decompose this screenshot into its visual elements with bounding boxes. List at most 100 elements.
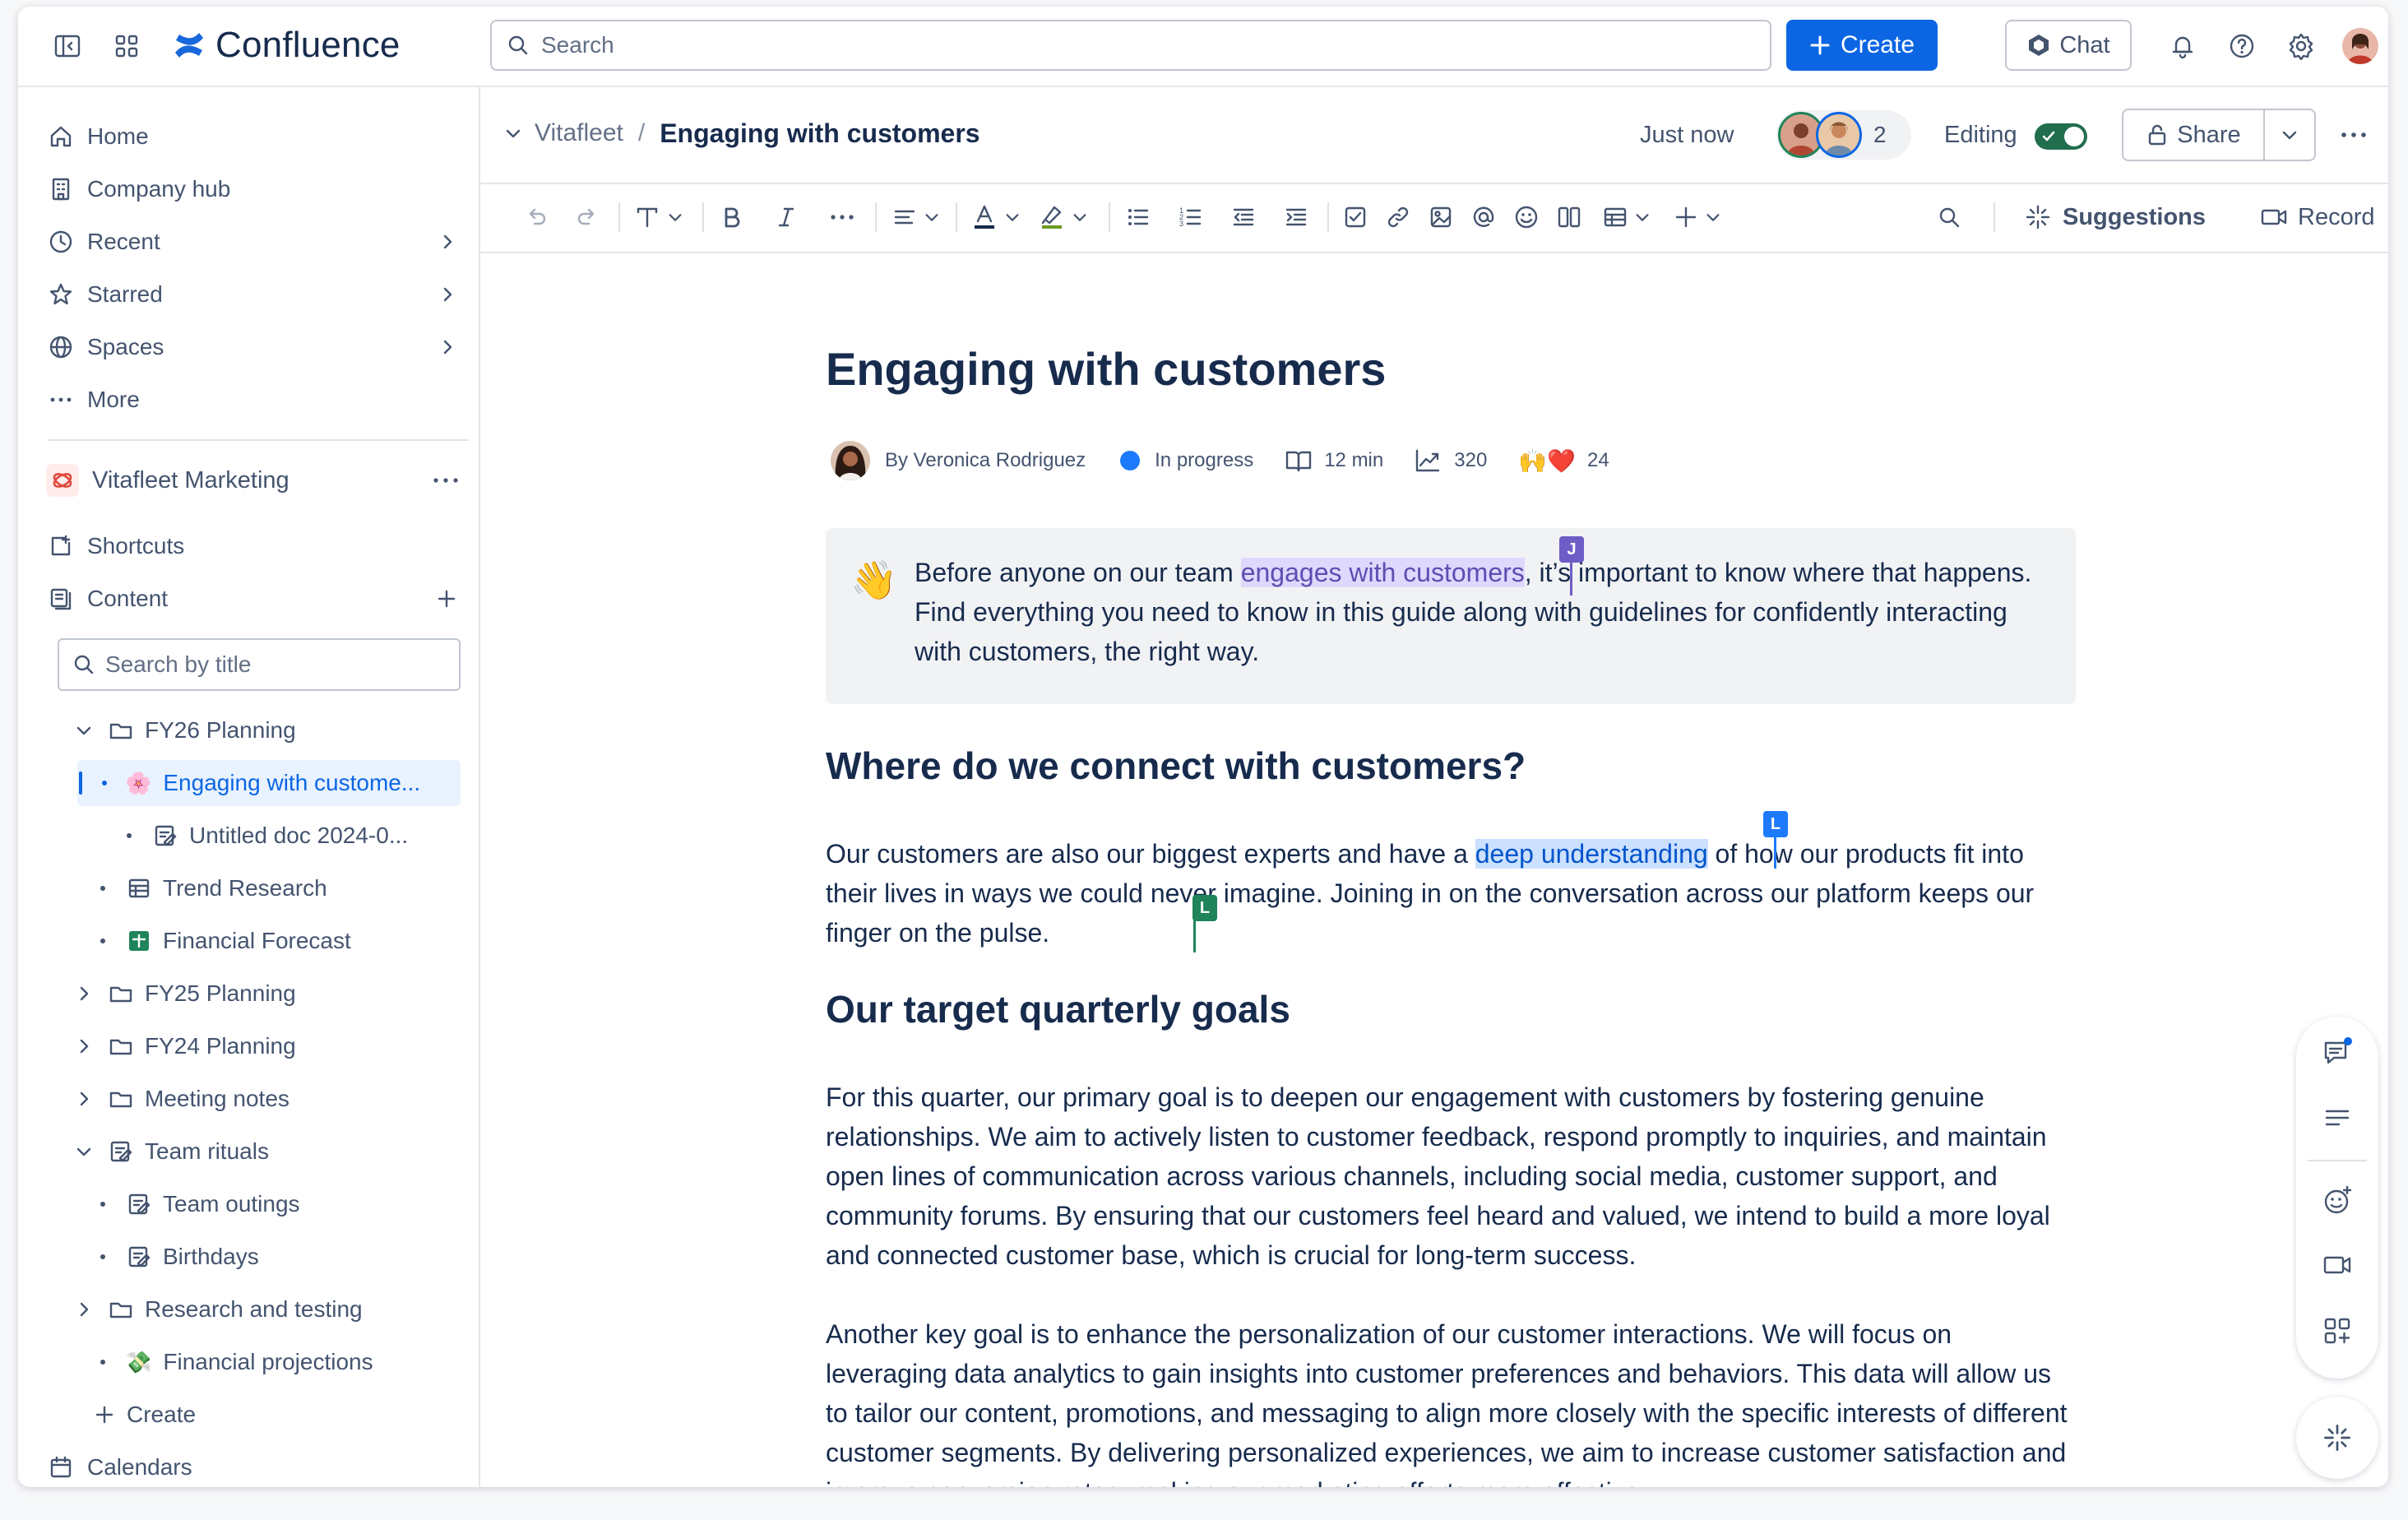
redo-icon[interactable] bbox=[574, 199, 600, 235]
more-icon bbox=[50, 397, 72, 402]
tree-item-research-and-testing[interactable]: Research and testing bbox=[74, 1286, 363, 1332]
tree-item-untitled-doc[interactable]: Untitled doc 2024-0... bbox=[127, 813, 408, 859]
paragraph-connect[interactable]: Our customers are also our biggest exper… bbox=[826, 834, 2076, 952]
blue-highlighted-text[interactable]: deep understanding bbox=[1475, 839, 1708, 869]
heading-quarterly-goals[interactable]: Our target quarterly goals bbox=[826, 987, 1290, 1031]
panel-text[interactable]: Before anyone on our team engages with c… bbox=[915, 553, 2041, 671]
space-more-actions-icon[interactable] bbox=[431, 470, 461, 490]
find-replace-icon[interactable] bbox=[1936, 199, 1962, 235]
sidebar-item-label: Spaces bbox=[87, 334, 164, 359]
undo-icon[interactable] bbox=[523, 199, 549, 235]
outdent-icon[interactable] bbox=[1230, 199, 1257, 235]
page-title[interactable]: Engaging with customers bbox=[826, 342, 1386, 396]
indent-icon[interactable] bbox=[1283, 199, 1309, 235]
table-dropdown[interactable] bbox=[1602, 199, 1651, 235]
italic-icon[interactable] bbox=[773, 199, 799, 235]
rovo-ai-button[interactable] bbox=[2296, 1397, 2378, 1479]
create-button[interactable]: Create bbox=[1786, 20, 1938, 71]
reactions-add-icon[interactable] bbox=[2321, 1184, 2354, 1217]
global-search-input[interactable]: Search bbox=[490, 20, 1771, 71]
chevron-down-icon[interactable] bbox=[503, 123, 523, 143]
sidebar-item-spaces[interactable]: Spaces bbox=[48, 324, 475, 370]
editor-toolbar: 123 Suggestions Record bbox=[480, 183, 2388, 253]
alignment-dropdown[interactable] bbox=[891, 199, 941, 235]
tree-item-financial-projections[interactable]: 💸 Financial projections bbox=[100, 1339, 373, 1385]
insert-elements-dropdown[interactable] bbox=[1673, 199, 1722, 235]
link-icon[interactable] bbox=[1385, 199, 1411, 235]
action-item-checkbox-icon[interactable] bbox=[1342, 199, 1368, 235]
tree-item-fy26-planning[interactable]: FY26 Planning bbox=[74, 707, 296, 753]
chevron-right-icon bbox=[443, 234, 452, 249]
heading-where-connect[interactable]: Where do we connect with customers? bbox=[826, 744, 1526, 788]
chevron-down-icon bbox=[1006, 214, 1019, 221]
editing-toggle[interactable] bbox=[2035, 123, 2087, 150]
numbered-list-icon[interactable]: 123 bbox=[1178, 199, 1204, 235]
tree-item-fy25-planning[interactable]: FY25 Planning bbox=[74, 971, 296, 1017]
apps-icon[interactable] bbox=[2321, 1314, 2354, 1347]
tree-item-label: Birthdays bbox=[163, 1244, 259, 1269]
tree-create-label: Create bbox=[127, 1402, 197, 1427]
tree-item-team-rituals[interactable]: Team rituals bbox=[74, 1128, 269, 1175]
tree-item-birthdays[interactable]: Birthdays bbox=[100, 1234, 259, 1280]
chevron-down-icon bbox=[76, 1147, 91, 1156]
image-icon[interactable] bbox=[1428, 199, 1454, 235]
tree-item-trend-research[interactable]: Trend Research bbox=[100, 865, 327, 911]
confluence-logo[interactable]: Confluence bbox=[171, 25, 401, 66]
comments-icon[interactable] bbox=[2321, 1036, 2354, 1069]
content-pages-icon bbox=[50, 588, 72, 610]
sidebar-item-starred[interactable]: Starred bbox=[48, 271, 475, 317]
text-color-dropdown[interactable] bbox=[970, 199, 1021, 235]
record-button[interactable]: Record bbox=[2260, 199, 2375, 235]
more-actions-icon[interactable] bbox=[2337, 125, 2370, 145]
sidebar-item-company-hub[interactable]: Company hub bbox=[48, 166, 475, 212]
tree-item-engaging-with-customers[interactable]: 🌸 Engaging with custome... bbox=[77, 760, 461, 806]
info-panel[interactable]: 👋 Before anyone on our team engages with… bbox=[826, 528, 2076, 704]
help-icon[interactable] bbox=[2224, 28, 2260, 64]
breadcrumb-space-link[interactable]: Vitafleet bbox=[535, 119, 623, 147]
author-avatar[interactable] bbox=[831, 441, 870, 480]
tree-item-fy24-planning[interactable]: FY24 Planning bbox=[74, 1023, 296, 1069]
bold-icon[interactable] bbox=[719, 199, 745, 235]
collaborators-group[interactable]: 2 bbox=[1776, 110, 1911, 160]
mention-icon[interactable] bbox=[1470, 199, 1497, 235]
table-of-contents-icon[interactable] bbox=[2321, 1102, 2354, 1135]
more-formatting-icon[interactable] bbox=[827, 199, 857, 235]
tree-item-meeting-notes[interactable]: Meeting notes bbox=[74, 1076, 289, 1122]
video-record-icon[interactable] bbox=[2321, 1249, 2354, 1281]
text-style-dropdown[interactable] bbox=[633, 199, 684, 235]
tree-item-team-outings[interactable]: Team outings bbox=[100, 1181, 300, 1227]
settings-gear-icon[interactable] bbox=[2283, 28, 2319, 64]
content-tree-search-input[interactable]: Search by title bbox=[58, 638, 461, 691]
sidebar-item-recent[interactable]: Recent bbox=[48, 219, 475, 265]
collaborator-avatar[interactable] bbox=[1816, 112, 1862, 158]
add-content-icon[interactable] bbox=[436, 588, 457, 609]
sidebar-item-more[interactable]: More bbox=[48, 377, 475, 423]
share-options-button[interactable] bbox=[2265, 110, 2314, 160]
sidebar-toggle-icon[interactable] bbox=[51, 30, 84, 63]
sidebar-item-shortcuts[interactable]: Shortcuts bbox=[48, 523, 475, 569]
sidebar-item-home[interactable]: Home bbox=[48, 114, 475, 160]
layouts-icon[interactable] bbox=[1556, 199, 1582, 235]
suggestions-button[interactable]: Suggestions bbox=[2025, 199, 2206, 235]
share-button[interactable]: Share bbox=[2123, 110, 2263, 160]
reaction-count[interactable]: 24 bbox=[1587, 449, 1609, 472]
sidebar-item-content[interactable]: Content bbox=[48, 576, 475, 622]
highlight-dropdown[interactable] bbox=[1038, 199, 1089, 235]
paragraph-goals-2[interactable]: Another key goal is to enhance the perso… bbox=[826, 1314, 2076, 1487]
status-text[interactable]: In progress bbox=[1155, 449, 1253, 472]
app-switcher-icon[interactable] bbox=[110, 30, 143, 63]
chat-button[interactable]: Chat bbox=[2005, 20, 2132, 71]
tree-item-financial-forecast[interactable]: Financial Forecast bbox=[100, 918, 351, 964]
sidebar-item-calendars[interactable]: Calendars bbox=[48, 1444, 475, 1487]
paragraph-goals-1[interactable]: For this quarter, our primary goal is to… bbox=[826, 1077, 2076, 1275]
notifications-bell-icon[interactable] bbox=[2165, 28, 2201, 64]
tree-create-button[interactable]: Create bbox=[94, 1392, 196, 1438]
bullet-list-icon[interactable] bbox=[1125, 199, 1151, 235]
sidebar-item-label: Recent bbox=[87, 229, 160, 254]
space-header[interactable]: Vitafleet Marketing bbox=[46, 457, 474, 503]
tree-item-label: FY26 Planning bbox=[145, 717, 296, 743]
author-name[interactable]: By Veronica Rodriguez bbox=[885, 449, 1086, 472]
emoji-icon[interactable] bbox=[1513, 199, 1540, 235]
purple-highlighted-text[interactable]: engages with customers bbox=[1240, 558, 1525, 587]
user-avatar[interactable] bbox=[2342, 28, 2378, 64]
